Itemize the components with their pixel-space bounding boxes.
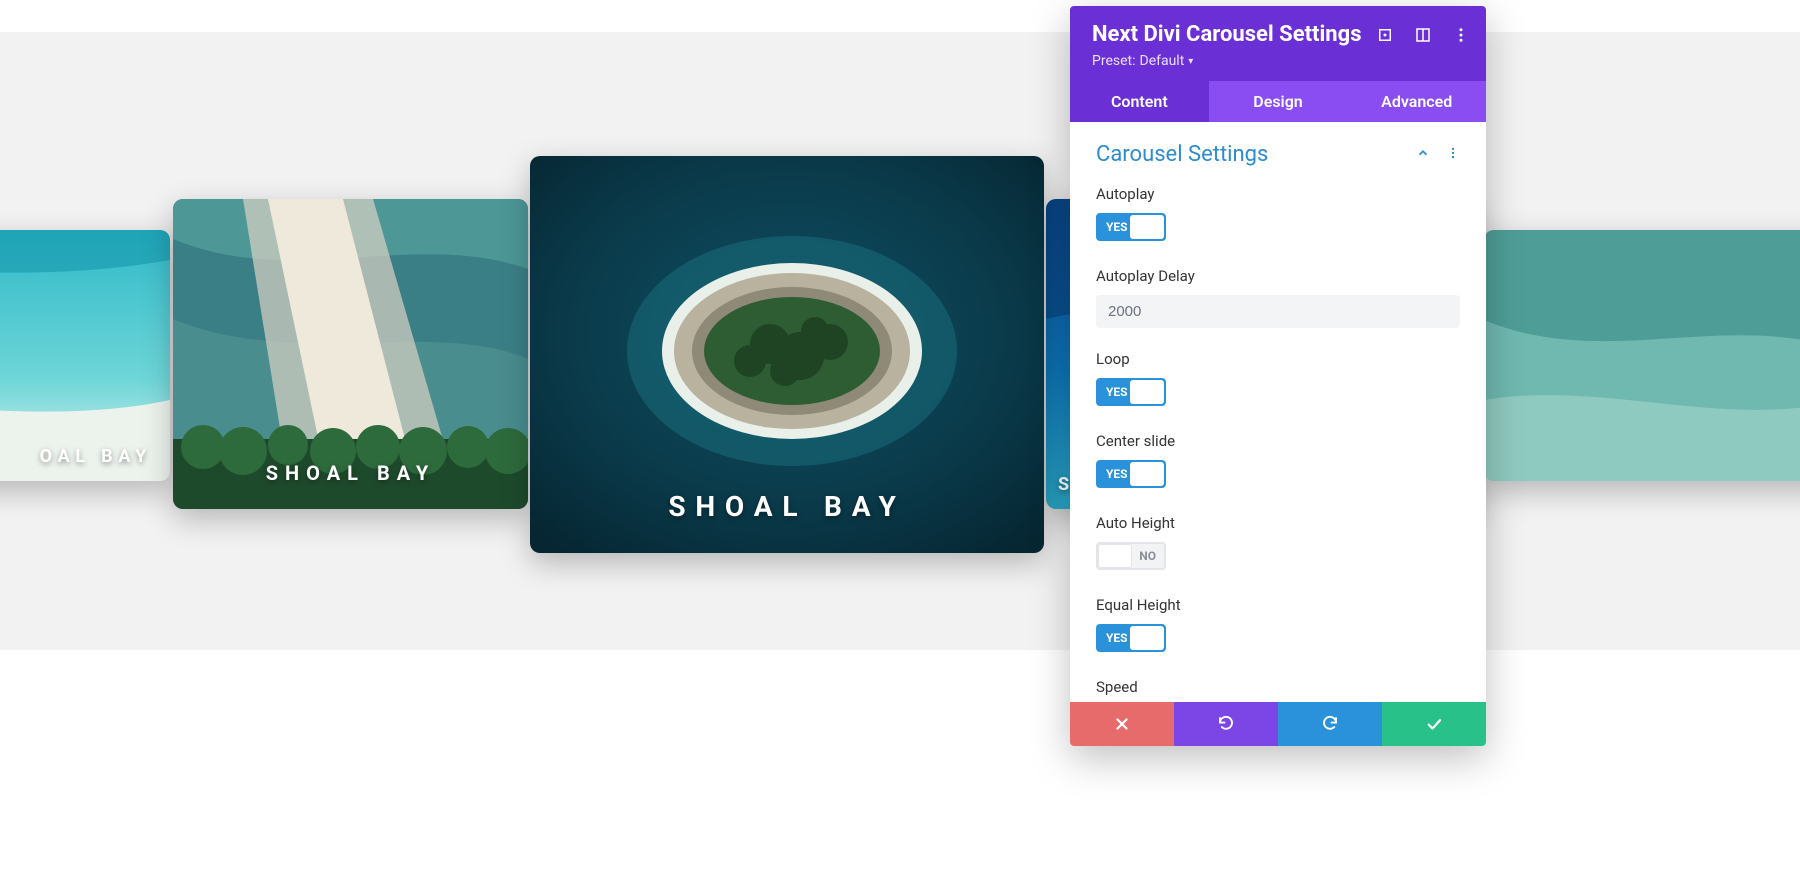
expand-icon[interactable] <box>1376 26 1394 44</box>
page-band: OAL BAY SHOAL BAY <box>0 32 1800 650</box>
settings-panel: Next Divi Carousel Settings Preset: Defa… <box>1070 6 1486 746</box>
toggle-text: YES <box>1106 631 1128 645</box>
field-equal-height: Equal Height YES <box>1096 596 1460 656</box>
field-autoplay-delay: Autoplay Delay <box>1096 267 1460 328</box>
toggle-loop[interactable]: YES <box>1096 378 1166 406</box>
field-label: Auto Height <box>1096 514 1460 532</box>
field-label: Equal Height <box>1096 596 1460 614</box>
carousel-slide[interactable]: OAL BAY <box>0 230 170 481</box>
undo-button[interactable] <box>1174 702 1278 746</box>
toggle-knob <box>1130 462 1164 486</box>
field-speed: Speed <box>1096 678 1460 696</box>
field-label: Loop <box>1096 350 1460 368</box>
carousel: OAL BAY SHOAL BAY <box>0 32 1800 650</box>
panel-body: Carousel Settings Autoplay YES Autoplay … <box>1070 122 1486 702</box>
tabs: Content Design Advanced <box>1070 81 1486 122</box>
field-label: Autoplay Delay <box>1096 267 1460 285</box>
toggle-center-slide[interactable]: YES <box>1096 460 1166 488</box>
field-auto-height: Auto Height NO <box>1096 514 1460 574</box>
toggle-knob <box>1098 544 1132 568</box>
tab-advanced[interactable]: Advanced <box>1347 81 1486 122</box>
section-title: Carousel Settings <box>1096 142 1268 167</box>
kebab-icon[interactable] <box>1452 26 1470 44</box>
toggle-text: YES <box>1106 385 1128 399</box>
toggle-text: YES <box>1106 220 1128 234</box>
input-autoplay-delay[interactable] <box>1096 295 1460 328</box>
save-button[interactable] <box>1382 702 1486 746</box>
tab-content[interactable]: Content <box>1070 81 1209 122</box>
redo-button[interactable] <box>1278 702 1382 746</box>
cancel-button[interactable] <box>1070 702 1174 746</box>
layout-icon[interactable] <box>1414 26 1432 44</box>
preset-value: Default <box>1140 53 1185 69</box>
toggle-auto-height[interactable]: NO <box>1096 542 1166 570</box>
carousel-slide-active[interactable]: SHOAL BAY <box>530 156 1044 553</box>
toggle-autoplay[interactable]: YES <box>1096 213 1166 241</box>
toggle-knob <box>1130 626 1164 650</box>
toggle-text: NO <box>1139 549 1156 563</box>
chevron-up-icon[interactable] <box>1416 145 1430 164</box>
slide-caption: SHOAL BAY <box>266 461 436 485</box>
carousel-slide[interactable]: SHOAL BAY <box>173 199 528 509</box>
field-loop: Loop YES <box>1096 350 1460 410</box>
section-kebab-icon[interactable] <box>1446 145 1460 164</box>
toggle-knob <box>1130 380 1164 404</box>
section-head: Carousel Settings <box>1096 142 1460 167</box>
tab-design[interactable]: Design <box>1209 81 1348 122</box>
preset-label: Preset: <box>1092 53 1136 69</box>
panel-header: Next Divi Carousel Settings Preset: Defa… <box>1070 6 1486 81</box>
toggle-knob <box>1130 215 1164 239</box>
preset-selector[interactable]: Preset: Default ▾ <box>1092 53 1464 69</box>
carousel-slide[interactable] <box>1484 230 1800 481</box>
caret-down-icon: ▾ <box>1188 56 1193 67</box>
slide-caption: OAL BAY <box>40 446 152 467</box>
slide-caption: SHOAL BAY <box>668 490 905 523</box>
toggle-equal-height[interactable]: YES <box>1096 624 1166 652</box>
field-label: Speed <box>1096 678 1460 696</box>
field-autoplay: Autoplay YES <box>1096 185 1460 245</box>
toggle-text: YES <box>1106 467 1128 481</box>
field-label: Center slide <box>1096 432 1460 450</box>
panel-footer <box>1070 702 1486 746</box>
field-label: Autoplay <box>1096 185 1460 203</box>
field-center-slide: Center slide YES <box>1096 432 1460 492</box>
